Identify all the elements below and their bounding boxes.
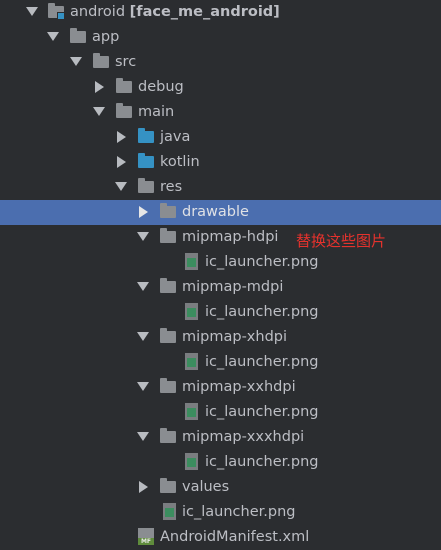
folder-icon — [160, 328, 176, 343]
tree-item-label: drawable — [182, 204, 249, 220]
chevron-down-icon[interactable] — [137, 282, 149, 291]
chevron-down-icon[interactable] — [137, 432, 149, 441]
chevron-right-icon[interactable] — [117, 156, 126, 168]
manifest-file-icon: MF — [138, 528, 154, 545]
tree-item-label: ic_launcher.png — [205, 404, 319, 420]
folder-icon — [93, 53, 109, 68]
tree-item-label: ic_launcher.png — [205, 454, 319, 470]
image-file-icon — [185, 303, 198, 320]
tree-item-label: mipmap-xxhdpi — [182, 379, 296, 395]
folder-icon — [116, 103, 132, 118]
folder-icon — [160, 478, 176, 493]
tree-item-label: ic_launcher.png — [182, 504, 296, 520]
folder-icon — [138, 178, 154, 193]
chevron-down-icon[interactable] — [93, 107, 105, 116]
tree-item-src[interactable]: src — [0, 50, 441, 75]
chevron-down-icon[interactable] — [70, 57, 82, 66]
source-folder-icon — [138, 128, 154, 143]
folder-icon — [160, 228, 176, 243]
tree-item-label: mipmap-mdpi — [182, 279, 284, 295]
tree-item-values[interactable]: values — [0, 475, 441, 500]
chevron-down-icon[interactable] — [115, 182, 127, 191]
tree-item-java[interactable]: java — [0, 125, 441, 150]
chevron-right-icon[interactable] — [139, 481, 148, 493]
tree-item-ic-launcher[interactable]: ic_launcher.png — [0, 350, 441, 375]
tree-item-drawable[interactable]: drawable — [0, 200, 441, 225]
folder-icon — [116, 78, 132, 93]
tree-item-manifest[interactable]: MF AndroidManifest.xml — [0, 525, 441, 550]
image-file-icon — [185, 403, 198, 420]
tree-item-android[interactable]: android [face_me_android] — [0, 0, 441, 25]
tree-item-label: main — [138, 104, 175, 120]
image-file-icon — [185, 353, 198, 370]
tree-item-label: debug — [138, 79, 184, 95]
tree-item-label: values — [182, 479, 230, 495]
manifest-badge: MF — [138, 538, 154, 545]
tree-item-ic-launcher[interactable]: ic_launcher.png — [0, 450, 441, 475]
image-file-icon — [185, 453, 198, 470]
tree-item-ic-launcher[interactable]: ic_launcher.png — [0, 400, 441, 425]
folder-icon — [160, 278, 176, 293]
tree-item-label: src — [115, 54, 137, 70]
tree-item-ic-launcher[interactable]: ic_launcher.png — [0, 250, 441, 275]
folder-icon — [160, 428, 176, 443]
tree-item-label: ic_launcher.png — [205, 254, 319, 270]
image-file-icon — [163, 503, 176, 520]
tree-item-label: mipmap-xxxhdpi — [182, 429, 305, 445]
annotation-text: 替换这些图片 — [296, 232, 387, 250]
tree-item-label: android [face_me_android] — [70, 4, 280, 20]
chevron-down-icon[interactable] — [137, 232, 149, 241]
source-folder-icon — [138, 153, 154, 168]
tree-item-label: java — [160, 129, 191, 145]
tree-item-debug[interactable]: debug — [0, 75, 441, 100]
folder-icon — [160, 203, 176, 218]
folder-icon — [160, 378, 176, 393]
tree-item-label: AndroidManifest.xml — [160, 529, 310, 545]
chevron-down-icon[interactable] — [47, 32, 59, 41]
folder-icon — [70, 28, 86, 43]
tree-item-label: kotlin — [160, 154, 200, 170]
chevron-right-icon[interactable] — [139, 206, 148, 218]
tree-item-mipmap-xxhdpi[interactable]: mipmap-xxhdpi — [0, 375, 441, 400]
module-folder-icon — [48, 3, 65, 20]
chevron-right-icon[interactable] — [95, 81, 104, 93]
tree-item-label: res — [160, 179, 183, 195]
tree-item-ic-launcher[interactable]: ic_launcher.png — [0, 500, 441, 525]
tree-item-label: ic_launcher.png — [205, 354, 319, 370]
image-file-icon — [185, 253, 198, 270]
chevron-down-icon[interactable] — [137, 382, 149, 391]
tree-item-label: mipmap-hdpi — [182, 229, 279, 245]
tree-item-mipmap-xxxhdpi[interactable]: mipmap-xxxhdpi — [0, 425, 441, 450]
tree-item-ic-launcher[interactable]: ic_launcher.png — [0, 300, 441, 325]
chevron-down-icon[interactable] — [137, 332, 149, 341]
chevron-right-icon[interactable] — [117, 131, 126, 143]
tree-item-app[interactable]: app — [0, 25, 441, 50]
tree-item-mipmap-mdpi[interactable]: mipmap-mdpi — [0, 275, 441, 300]
tree-item-label: app — [92, 29, 120, 45]
tree-item-label: ic_launcher.png — [205, 304, 319, 320]
tree-item-label: mipmap-xhdpi — [182, 329, 288, 345]
tree-item-mipmap-xhdpi[interactable]: mipmap-xhdpi — [0, 325, 441, 350]
chevron-down-icon[interactable] — [26, 7, 38, 16]
project-tree: android [face_me_android] app src debug … — [0, 0, 441, 546]
tree-item-main[interactable]: main — [0, 100, 441, 125]
tree-item-kotlin[interactable]: kotlin — [0, 150, 441, 175]
tree-item-res[interactable]: res — [0, 175, 441, 200]
